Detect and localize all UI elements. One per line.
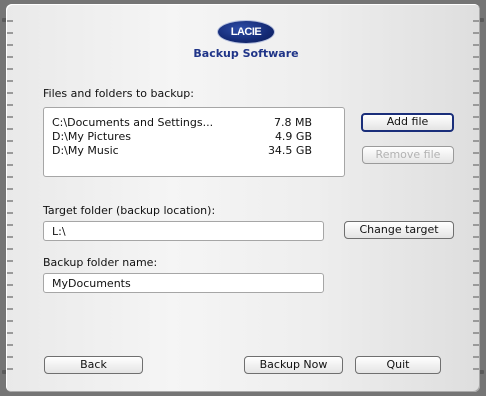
rail-tick <box>7 140 13 142</box>
file-row[interactable]: C:\Documents and Settings... 7.8 MB <box>52 116 342 130</box>
rail-tick <box>7 80 13 82</box>
files-list[interactable]: C:\Documents and Settings... 7.8 MB D:\M… <box>43 107 345 177</box>
rail-tick <box>473 176 479 178</box>
rail-tick <box>7 104 13 106</box>
rail-tick <box>473 92 479 94</box>
rail-tick <box>473 152 479 154</box>
rail-tick <box>473 188 479 190</box>
backup-now-button[interactable]: Backup Now <box>244 356 343 374</box>
rail-tick <box>7 296 13 298</box>
file-size: 34.5 GB <box>267 144 312 157</box>
rail-tick <box>473 296 479 298</box>
rail-tick <box>7 248 13 250</box>
backup-folder-name-label: Backup folder name: <box>43 256 158 269</box>
add-file-button[interactable]: Add file <box>361 113 454 132</box>
target-folder-label: Target folder (backup location): <box>43 204 216 217</box>
file-size: 4.9 GB <box>274 130 312 143</box>
rail-tick <box>473 20 479 22</box>
logo-text: LACIE <box>230 26 262 38</box>
rail-tick <box>473 32 479 34</box>
window-frame: LACIE Backup Software Files and folders … <box>0 0 486 396</box>
remove-file-button[interactable]: Remove file <box>362 146 454 164</box>
rail-tick <box>7 344 13 346</box>
rail-tick <box>473 80 479 82</box>
lacie-logo: LACIE <box>218 21 274 43</box>
right-rail <box>472 14 480 386</box>
backup-folder-name-field[interactable]: MyDocuments <box>43 273 324 293</box>
rail-tick <box>7 152 13 154</box>
file-row[interactable]: D:\My Music 34.5 GB <box>52 144 342 158</box>
target-folder-value: L:\ <box>52 225 66 238</box>
quit-button[interactable]: Quit <box>355 356 441 374</box>
rail-tick <box>7 92 13 94</box>
rail-tick <box>7 272 13 274</box>
rail-tick <box>7 224 13 226</box>
rail-tick <box>7 308 13 310</box>
left-rail <box>6 14 14 386</box>
rail-tick <box>7 236 13 238</box>
rail-tick <box>7 200 13 202</box>
file-name: D:\My Pictures <box>52 130 131 143</box>
rail-tick <box>473 104 479 106</box>
file-name: C:\Documents and Settings... <box>52 116 214 129</box>
rail-tick <box>473 368 479 370</box>
backup-folder-name-value: MyDocuments <box>52 277 131 290</box>
rail-tick <box>473 140 479 142</box>
rail-tick <box>7 20 13 22</box>
rail-tick <box>473 284 479 286</box>
rail-tick <box>473 272 479 274</box>
rail-tick <box>473 200 479 202</box>
rail-tick <box>473 332 479 334</box>
rail-tick <box>473 344 479 346</box>
rail-tick <box>473 212 479 214</box>
rail-tick <box>7 332 13 334</box>
back-button[interactable]: Back <box>44 356 143 374</box>
rail-tick <box>7 356 13 358</box>
file-name: D:\My Music <box>52 144 119 157</box>
rail-tick <box>473 224 479 226</box>
rail-tick <box>7 164 13 166</box>
target-folder-field[interactable]: L:\ <box>43 221 324 241</box>
rail-tick <box>7 128 13 130</box>
rail-tick <box>7 116 13 118</box>
rail-tick <box>7 68 13 70</box>
rail-tick <box>473 236 479 238</box>
rail-tick <box>473 44 479 46</box>
rail-tick <box>7 368 13 370</box>
rail-tick <box>7 212 13 214</box>
rail-tick <box>473 356 479 358</box>
rail-tick <box>7 188 13 190</box>
rail-tick <box>473 164 479 166</box>
rail-tick <box>7 44 13 46</box>
change-target-button[interactable]: Change target <box>344 221 454 239</box>
rail-tick <box>473 56 479 58</box>
rail-tick <box>473 260 479 262</box>
rail-tick <box>7 284 13 286</box>
rail-tick <box>473 68 479 70</box>
rail-tick <box>7 56 13 58</box>
main-panel: LACIE Backup Software Files and folders … <box>6 4 480 392</box>
rail-tick <box>7 320 13 322</box>
rail-tick <box>473 308 479 310</box>
rail-tick <box>473 320 479 322</box>
rail-tick <box>7 260 13 262</box>
rail-tick <box>7 176 13 178</box>
rail-tick <box>473 128 479 130</box>
files-label: Files and folders to backup: <box>43 87 194 100</box>
rail-tick <box>473 116 479 118</box>
file-size: 7.8 MB <box>273 116 312 129</box>
rail-tick <box>473 248 479 250</box>
app-title: Backup Software <box>193 47 299 60</box>
file-row[interactable]: D:\My Pictures 4.9 GB <box>52 130 342 144</box>
rail-tick <box>7 32 13 34</box>
